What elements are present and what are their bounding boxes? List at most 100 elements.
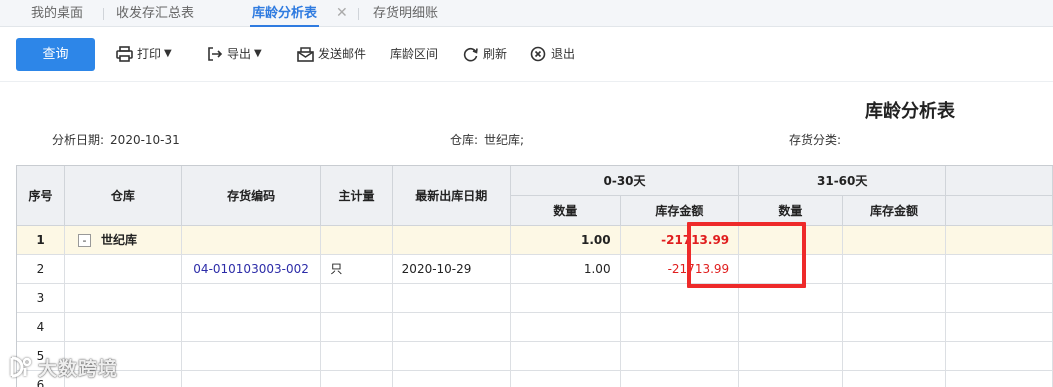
warehouse-filter: 仓库: 世纪库; — [450, 131, 524, 148]
table-row[interactable]: 6 — [17, 370, 1053, 387]
send-mail-button[interactable]: 发送邮件 — [297, 43, 366, 65]
cell-code[interactable]: 04-010103003-002 — [181, 254, 322, 284]
cell-amount — [620, 370, 740, 387]
header-group-31-60: 31-60天 — [738, 166, 947, 196]
exit-label: 退出 — [551, 47, 576, 61]
cell-code — [181, 225, 322, 255]
cell-qty — [510, 341, 621, 371]
category-filter: 存货分类: — [789, 131, 847, 148]
cell-amount — [842, 341, 947, 371]
cell-unit — [320, 225, 393, 255]
tab-inventory-detail[interactable]: 存货明细账 — [373, 0, 438, 27]
cell-amount — [842, 254, 947, 284]
cell-unit: 只 — [320, 254, 393, 284]
cell-amount — [620, 312, 740, 342]
tab-divider — [358, 8, 359, 20]
cell-date — [392, 225, 511, 255]
watermark-logo-icon — [10, 356, 32, 378]
header-seq: 序号 — [17, 166, 65, 226]
cell-qty — [510, 283, 621, 313]
analysis-date-label: 分析日期: — [52, 133, 105, 147]
tab-divider — [103, 8, 104, 20]
header-unit: 主计量 — [320, 166, 393, 226]
header-code: 存货编码 — [181, 166, 322, 226]
cell-qty: 1.00 — [510, 254, 621, 284]
warehouse-label: 仓库: — [450, 133, 479, 147]
refresh-icon — [463, 47, 478, 62]
toolbar: 查询 打印 ▼ 导出 ▼ 发送邮件 库龄区间 刷新 退出 — [0, 27, 1053, 82]
tab-inventory-summary[interactable]: 收发存汇总表 — [116, 0, 194, 27]
header-qty: 数量 — [510, 195, 621, 226]
cell-unit — [320, 370, 393, 387]
printer-icon — [116, 46, 133, 62]
cell-unit — [320, 341, 393, 371]
tab-bar: 我的桌面 收发存汇总表 库龄分析表 ✕ 存货明细账 — [0, 0, 1053, 27]
cell-code — [181, 370, 322, 387]
cell-warehouse: - 世纪库 — [64, 225, 182, 255]
chevron-down-icon: ▼ — [254, 48, 262, 59]
export-label: 导出 — [227, 47, 252, 61]
cell-amount — [842, 370, 947, 387]
cell-warehouse — [64, 283, 182, 313]
cell-code — [181, 341, 322, 371]
close-icon[interactable]: ✕ — [336, 0, 348, 27]
watermark: 大数跨境 — [8, 351, 118, 383]
query-button[interactable]: 查询 — [16, 38, 95, 71]
cell-overflow — [945, 283, 1053, 313]
table-row[interactable]: 2 04-010103003-002 只 2020-10-29 1.00 -21… — [17, 254, 1053, 284]
refresh-label: 刷新 — [483, 47, 508, 61]
cell-unit — [320, 312, 393, 342]
cell-warehouse — [64, 312, 182, 342]
header-amount: 库存金额 — [620, 195, 740, 226]
header-warehouse: 仓库 — [64, 166, 182, 226]
table-row[interactable]: 5 — [17, 341, 1053, 371]
cell-seq: 3 — [17, 283, 65, 313]
cell-amount — [842, 312, 947, 342]
cell-date: 2020-10-29 — [392, 254, 511, 284]
age-range-button[interactable]: 库龄区间 — [390, 43, 438, 65]
export-button[interactable]: 导出 ▼ — [207, 43, 262, 65]
print-label: 打印 — [137, 47, 162, 61]
cell-qty — [510, 312, 621, 342]
cell-date — [392, 370, 511, 387]
table-row[interactable]: 3 — [17, 283, 1053, 313]
table-row[interactable]: 4 — [17, 312, 1053, 342]
cell-date — [392, 283, 511, 313]
cell-unit — [320, 283, 393, 313]
cell-qty — [738, 341, 843, 371]
cell-seq: 1 — [17, 225, 65, 255]
cell-qty — [738, 312, 843, 342]
header-overflow — [945, 166, 1053, 196]
cell-code — [181, 312, 322, 342]
cell-date — [392, 341, 511, 371]
close-circle-icon — [530, 46, 546, 62]
tab-my-desktop[interactable]: 我的桌面 — [31, 0, 83, 27]
chevron-down-icon: ▼ — [164, 48, 172, 59]
cell-overflow — [945, 225, 1053, 255]
cell-qty — [510, 370, 621, 387]
collapse-toggle[interactable]: - — [78, 234, 91, 247]
send-mail-label: 发送邮件 — [318, 47, 367, 61]
cell-overflow — [945, 341, 1053, 371]
header-last-out-date: 最新出库日期 — [392, 166, 511, 226]
header-group-0-30: 0-30天 — [510, 166, 740, 196]
print-button[interactable]: 打印 ▼ — [116, 43, 172, 65]
header-amount: 库存金额 — [842, 195, 947, 226]
cell-overflow — [945, 254, 1053, 284]
exit-button[interactable]: 退出 — [530, 43, 575, 65]
cell-overflow — [945, 312, 1053, 342]
table-row[interactable]: 1 - 世纪库 1.00 -21713.99 — [17, 225, 1053, 255]
analysis-date-value: 2020-10-31 — [110, 133, 180, 147]
tab-aging-analysis[interactable]: 库龄分析表 — [249, 0, 320, 27]
cell-seq: 4 — [17, 312, 65, 342]
header-overflow — [945, 195, 1053, 226]
refresh-button[interactable]: 刷新 — [462, 43, 507, 65]
warehouse-value: 世纪库; — [484, 133, 525, 147]
cell-overflow — [945, 370, 1053, 387]
cell-amount — [842, 283, 947, 313]
cell-qty — [738, 370, 843, 387]
highlight-box — [687, 222, 806, 288]
mail-icon — [297, 47, 314, 62]
age-range-label: 库龄区间 — [390, 47, 439, 61]
header-qty: 数量 — [738, 195, 843, 226]
